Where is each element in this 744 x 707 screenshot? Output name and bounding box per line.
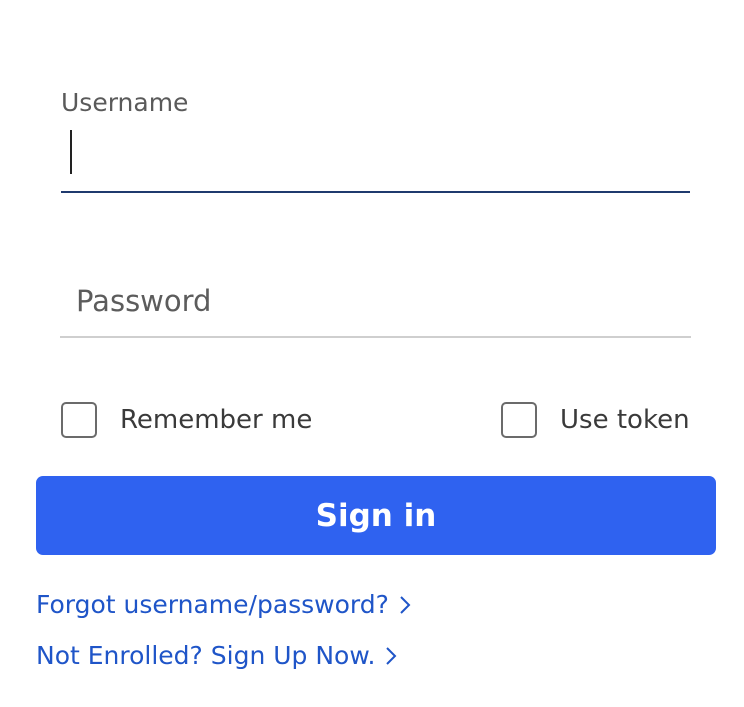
username-label: Username	[61, 88, 189, 117]
username-field[interactable]	[61, 124, 690, 193]
forgot-credentials-label: Forgot username/password?	[36, 590, 389, 619]
remember-me-checkbox[interactable]	[61, 402, 97, 438]
remember-me-option[interactable]: Remember me	[61, 400, 312, 440]
sign-in-button[interactable]: Sign in	[36, 476, 716, 555]
password-input[interactable]	[76, 276, 676, 326]
sign-up-link[interactable]: Not Enrolled? Sign Up Now.	[36, 641, 397, 670]
remember-me-label: Remember me	[120, 405, 313, 435]
use-token-checkbox[interactable]	[501, 402, 537, 438]
chevron-right-icon	[386, 646, 397, 665]
text-caret	[70, 130, 72, 174]
use-token-label: Use token	[560, 405, 690, 435]
username-input[interactable]	[75, 130, 675, 174]
password-field[interactable]	[60, 270, 691, 338]
use-token-option[interactable]: Use token	[501, 400, 690, 440]
sign-up-label: Not Enrolled? Sign Up Now.	[36, 641, 376, 670]
chevron-right-icon	[400, 595, 411, 614]
forgot-credentials-link[interactable]: Forgot username/password?	[36, 590, 411, 619]
